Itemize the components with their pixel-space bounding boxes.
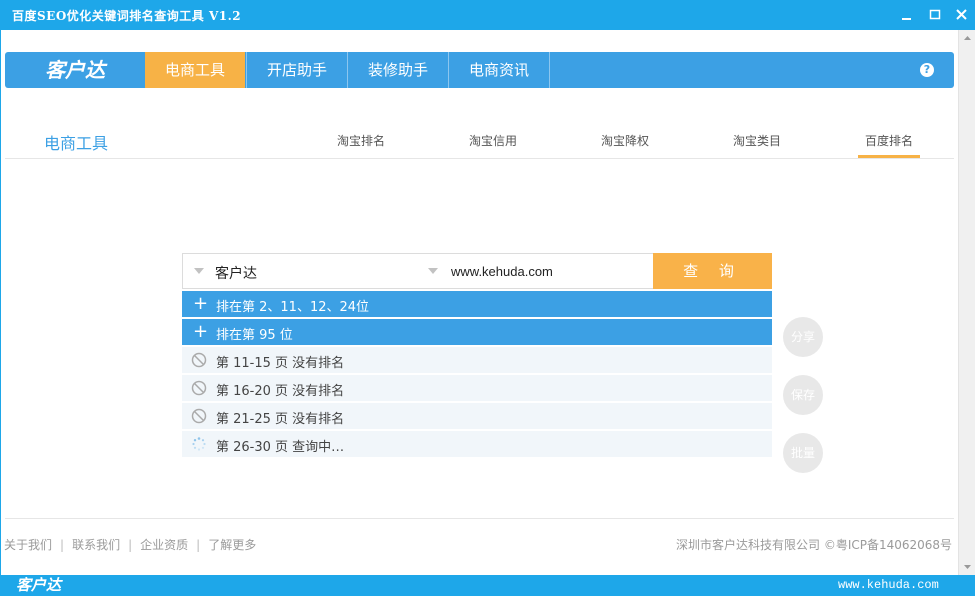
keyword-dropdown-icon[interactable] [194,268,204,274]
batch-button[interactable]: 批量 [783,433,823,473]
result-text: 第 21-25 页 没有排名 [216,412,345,427]
footer-links: 关于我们 | 联系我们 | 企业资质 | 了解更多 [4,536,256,553]
section-title: 电商工具 [44,134,109,153]
result-text: 排在第 95 位 [216,328,293,343]
footer-link-contact[interactable]: 联系我们 [72,538,120,552]
no-ranking-icon [191,408,207,424]
footer-separator: | [60,538,65,552]
result-row-none: 第 21-25 页 没有排名 [182,403,772,429]
help-icon[interactable]: ? [920,63,934,77]
result-row-found[interactable]: + 排在第 2、11、12、24位 [182,291,772,317]
loading-spinner-icon [192,437,206,451]
footer-link-qualification[interactable]: 企业资质 [140,538,188,552]
maximize-icon [929,9,941,20]
nav-item-ecommerce-tools[interactable]: 电商工具 [145,52,245,88]
result-text: 第 11-15 页 没有排名 [216,356,345,371]
footer-separator: | [128,538,133,552]
nav-item-decoration-helper[interactable]: 装修助手 [347,52,448,88]
footer-divider [5,518,954,519]
result-text: 排在第 2、11、12、24位 [216,300,370,315]
vertical-scrollbar[interactable] [958,30,975,575]
tab-taobao-ranking[interactable]: 淘宝排名 [337,132,385,149]
section-divider [5,158,954,159]
site-dropdown-icon[interactable] [428,268,438,274]
maximize-button[interactable] [925,5,945,25]
title-bar: 百度SEO优化关键词排名查询工具 V1.2 [0,0,975,30]
footer-link-about[interactable]: 关于我们 [4,538,52,552]
close-button[interactable] [952,5,972,25]
no-ranking-icon [191,352,207,368]
share-button[interactable]: 分享 [783,317,823,357]
tab-baidu-ranking[interactable]: 百度排名 [865,132,913,149]
result-row-none: 第 11-15 页 没有排名 [182,347,772,373]
minimize-icon [902,18,911,20]
main-nav: 客户达 电商工具 开店助手 装修助手 电商资讯 ? [5,52,954,88]
expand-icon[interactable]: + [193,294,208,314]
no-ranking-icon [191,380,207,396]
window-title: 百度SEO优化关键词排名查询工具 V1.2 [12,9,242,23]
result-text: 第 26-30 页 查询中… [216,440,345,455]
tab-taobao-demotion[interactable]: 淘宝降权 [601,132,649,149]
footer-separator: | [196,538,201,552]
close-icon [956,9,967,20]
expand-icon[interactable]: + [193,322,208,342]
footer-link-more[interactable]: 了解更多 [208,538,256,552]
save-button[interactable]: 保存 [783,375,823,415]
result-text: 第 16-20 页 没有排名 [216,384,345,399]
nav-divider [549,52,551,88]
result-row-none: 第 16-20 页 没有排名 [182,375,772,401]
scroll-up-arrow[interactable] [959,30,975,47]
window-frame [0,30,1,575]
query-button[interactable]: 查 询 [653,253,772,289]
watermark-text: www.kehuda.com [838,578,939,592]
site-input[interactable]: www.kehuda.com [451,264,553,279]
minimize-button[interactable] [897,5,917,25]
tab-taobao-category[interactable]: 淘宝类目 [733,132,781,149]
tab-taobao-credit[interactable]: 淘宝信用 [469,132,517,149]
copyright-text: 深圳市客户达科技有限公司 ©粤ICP备14062068号 [676,538,953,552]
brand-logo[interactable]: 客户达 [5,52,145,88]
scroll-down-arrow[interactable] [959,558,975,575]
bottom-bar: 客户达 [0,575,975,596]
nav-item-store-helper[interactable]: 开店助手 [246,52,347,88]
keyword-input[interactable]: 客户达 [215,263,257,283]
nav-item-ecommerce-news[interactable]: 电商资讯 [448,52,549,88]
bottom-brand-logo: 客户达 [16,576,62,594]
result-row-found[interactable]: + 排在第 95 位 [182,319,772,345]
result-row-loading: 第 26-30 页 查询中… [182,431,772,457]
